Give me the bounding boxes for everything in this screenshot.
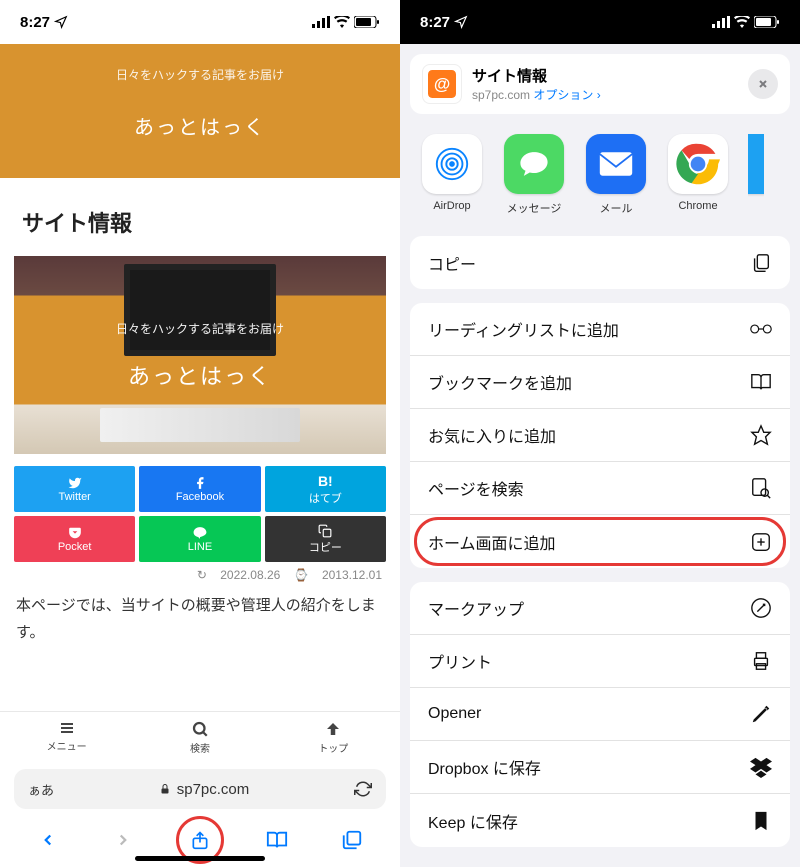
- mail-icon: [598, 150, 634, 178]
- app-mail[interactable]: メール: [584, 134, 648, 216]
- copy-icon: [750, 252, 772, 274]
- phone-left: 8:27 日々をハックする記事をお届け あっとはっく サイト情報 日々をハックす…: [0, 0, 400, 867]
- text-size-button[interactable]: ぁあ: [28, 780, 54, 799]
- signal-icon: [312, 16, 330, 28]
- arrow-up-icon: [323, 720, 343, 738]
- status-bar-left: 8:27: [0, 0, 400, 44]
- lock-icon: [159, 782, 171, 796]
- hero-tagline: 日々をハックする記事をお届け: [116, 320, 284, 337]
- share-buttons: Twitter Facebook B!はてブ Pocket LINE コピー: [14, 466, 386, 562]
- url-bar[interactable]: ぁあ sp7pc.com: [14, 769, 386, 809]
- site-banner[interactable]: 日々をハックする記事をお届け あっとはっく: [0, 44, 400, 178]
- wifi-icon: [734, 16, 750, 28]
- share-facebook[interactable]: Facebook: [139, 466, 260, 512]
- action-add-bookmark[interactable]: ブックマークを追加: [410, 356, 790, 409]
- action-opener[interactable]: Opener: [410, 688, 790, 741]
- action-copy[interactable]: コピー: [410, 236, 790, 289]
- app-share-row[interactable]: AirDrop メッセージ メール Chrome: [400, 114, 800, 222]
- phone-right: 8:27 @ サイト情報 sp7pc.com オプション › AirD: [400, 0, 800, 867]
- action-reading-list[interactable]: リーディングリストに追加: [410, 303, 790, 356]
- facebook-icon: [192, 476, 208, 490]
- signal-icon: [712, 16, 730, 28]
- app-more[interactable]: [748, 134, 764, 216]
- glasses-icon: [750, 318, 772, 340]
- banner-title: あっとはっく: [0, 111, 400, 140]
- action-dropbox[interactable]: Dropbox に保存: [410, 741, 790, 794]
- article-body: 本ページでは、当サイトの概要や管理人の紹介をします。: [0, 592, 400, 646]
- action-keep[interactable]: Keep に保存: [410, 794, 790, 847]
- app-messages[interactable]: メッセージ: [502, 134, 566, 216]
- sheet-header: @ サイト情報 sp7pc.com オプション ›: [410, 54, 790, 114]
- bookmark-icon: [750, 810, 772, 832]
- share-copy[interactable]: コピー: [265, 516, 386, 562]
- printer-icon: [750, 650, 772, 672]
- location-icon: [454, 15, 468, 29]
- pocket-icon: [67, 526, 83, 540]
- post-dates: ↻ 2022.08.26 ⌚ 2013.12.01: [18, 568, 382, 582]
- nav-search[interactable]: 検索: [133, 712, 266, 761]
- menu-icon: [57, 720, 77, 736]
- url-text: sp7pc.com: [177, 781, 250, 798]
- share-sheet: @ サイト情報 sp7pc.com オプション › AirDrop メッセージ …: [400, 44, 800, 867]
- back-button[interactable]: [26, 818, 70, 862]
- book-icon: [750, 371, 772, 393]
- action-add-to-home[interactable]: ホーム画面に追加: [410, 515, 790, 568]
- site-favicon: @: [422, 64, 462, 104]
- star-icon: [750, 424, 772, 446]
- action-markup[interactable]: マークアップ: [410, 582, 790, 635]
- chrome-icon: [676, 142, 720, 186]
- close-button[interactable]: [748, 69, 778, 99]
- message-icon: [517, 147, 551, 181]
- sheet-domain: sp7pc.com: [472, 88, 530, 102]
- bottom-nav: メニュー 検索 トップ: [0, 711, 400, 761]
- plus-square-icon: [750, 531, 772, 553]
- hero-title: あっとはっく: [128, 359, 272, 391]
- action-print[interactable]: プリント: [410, 635, 790, 688]
- svg-text:@: @: [434, 75, 450, 94]
- share-pocket[interactable]: Pocket: [14, 516, 135, 562]
- nav-top[interactable]: トップ: [267, 712, 400, 761]
- tabs-button[interactable]: [330, 818, 374, 862]
- share-hatena[interactable]: B!はてブ: [265, 466, 386, 512]
- markup-icon: [750, 597, 772, 619]
- share-line[interactable]: LINE: [139, 516, 260, 562]
- battery-icon: [754, 16, 780, 28]
- action-group-2: リーディングリストに追加 ブックマークを追加 お気に入りに追加 ページを検索 ホ…: [410, 303, 790, 568]
- tabs-icon: [341, 829, 363, 851]
- location-icon: [54, 15, 68, 29]
- search-icon: [190, 720, 210, 738]
- section-heading: サイト情報: [0, 178, 400, 256]
- battery-icon: [354, 16, 380, 28]
- banner-tagline: 日々をハックする記事をお届け: [0, 66, 400, 83]
- airdrop-icon: [433, 145, 471, 183]
- action-group-1: コピー: [410, 236, 790, 289]
- share-twitter[interactable]: Twitter: [14, 466, 135, 512]
- app-airdrop[interactable]: AirDrop: [420, 134, 484, 216]
- dropbox-icon: [750, 756, 772, 778]
- action-find-on-page[interactable]: ページを検索: [410, 462, 790, 515]
- copy-icon: [317, 524, 333, 538]
- share-icon: [190, 827, 210, 853]
- page-content: 日々をハックする記事をお届け あっとはっく サイト情報 日々をハックする記事をお…: [0, 44, 400, 711]
- action-group-3: マークアップ プリント Opener Dropbox に保存 Keep に保存: [410, 582, 790, 847]
- clock: 8:27: [20, 14, 50, 31]
- status-bar-right: 8:27: [400, 0, 800, 44]
- book-icon: [265, 829, 289, 851]
- pencil-icon: [750, 703, 772, 725]
- home-indicator[interactable]: [135, 856, 265, 861]
- sheet-title: サイト情報: [472, 65, 738, 86]
- line-icon: [192, 526, 208, 540]
- clock: 8:27: [420, 14, 450, 31]
- app-chrome[interactable]: Chrome: [666, 134, 730, 216]
- hatena-icon: B!: [318, 473, 333, 489]
- nav-menu[interactable]: メニュー: [0, 712, 133, 761]
- sheet-options-link[interactable]: オプション ›: [533, 88, 600, 102]
- wifi-icon: [334, 16, 350, 28]
- hero-image: 日々をハックする記事をお届け あっとはっく: [14, 256, 386, 454]
- twitter-icon: [67, 476, 83, 490]
- reload-icon[interactable]: [354, 780, 372, 798]
- close-icon: [757, 78, 769, 90]
- find-icon: [750, 477, 772, 499]
- action-add-favorite[interactable]: お気に入りに追加: [410, 409, 790, 462]
